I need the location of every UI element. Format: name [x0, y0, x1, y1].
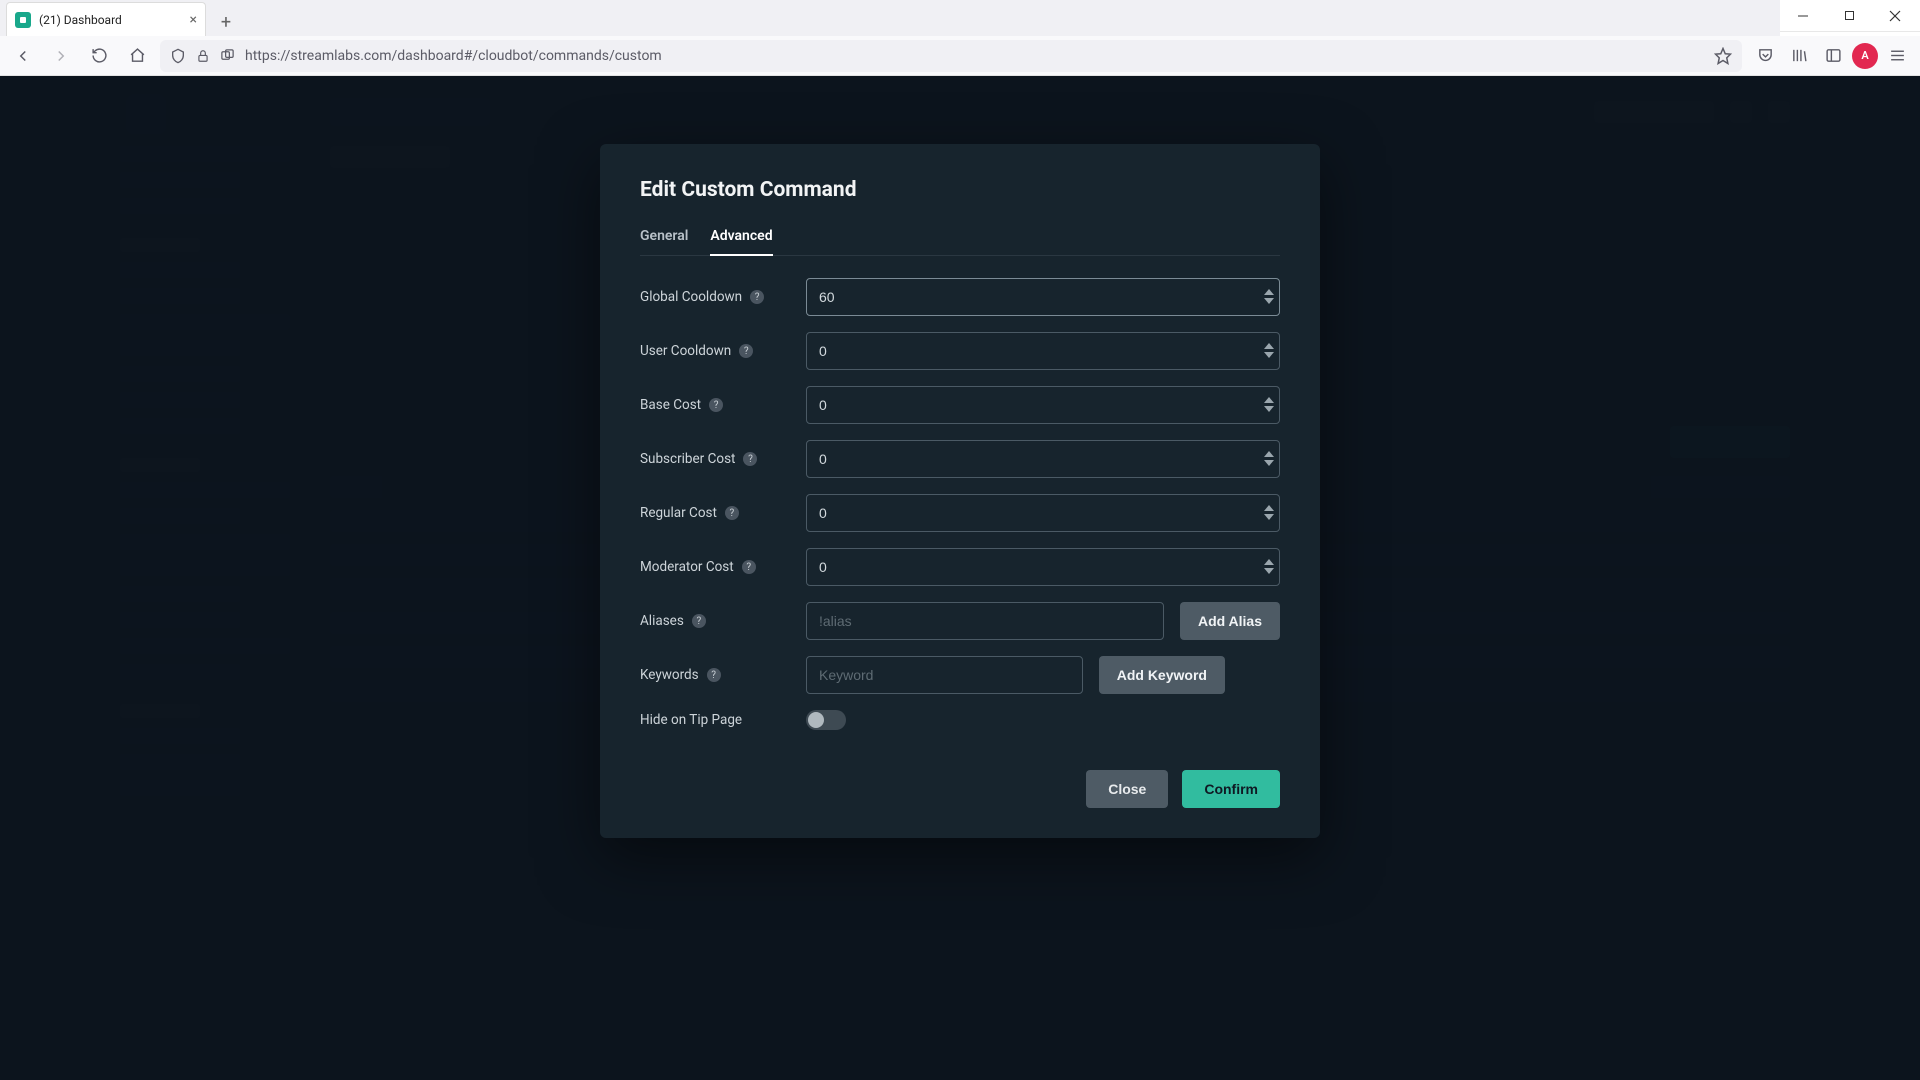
help-icon[interactable]: ?: [750, 290, 764, 304]
toggle-knob: [808, 712, 824, 728]
new-tab-button[interactable]: +: [212, 8, 240, 36]
input-global-cooldown[interactable]: [806, 278, 1280, 316]
modal-footer: Close Confirm: [600, 748, 1320, 838]
step-down-icon[interactable]: [1264, 568, 1274, 575]
row-keywords: Keywords ? Add Keyword: [640, 656, 1280, 694]
window-maximize-button[interactable]: [1826, 0, 1872, 32]
step-up-icon[interactable]: [1264, 451, 1274, 458]
stepper-base-cost[interactable]: [1264, 397, 1274, 413]
browser-toolbar: https://streamlabs.com/dashboard#/cloudb…: [0, 36, 1920, 76]
modal-title: Edit Custom Command: [640, 178, 1280, 202]
sidebar-icon[interactable]: [1818, 41, 1848, 71]
stepper-subscriber-cost[interactable]: [1264, 451, 1274, 467]
add-keyword-button[interactable]: Add Keyword: [1099, 656, 1225, 694]
step-up-icon[interactable]: [1264, 289, 1274, 296]
label-aliases: Aliases: [640, 613, 684, 629]
help-icon[interactable]: ?: [707, 668, 721, 682]
browser-tabstrip: (21) Dashboard × +: [0, 0, 1780, 36]
window-minimize-button[interactable]: [1780, 0, 1826, 32]
input-keywords[interactable]: [806, 656, 1083, 694]
pocket-icon[interactable]: [1750, 41, 1780, 71]
window-close-button[interactable]: [1872, 0, 1918, 32]
stepper-global-cooldown[interactable]: [1264, 289, 1274, 305]
label-keywords: Keywords: [640, 667, 699, 683]
label-user-cooldown: User Cooldown: [640, 343, 731, 359]
input-subscriber-cost[interactable]: [806, 440, 1280, 478]
input-base-cost[interactable]: [806, 386, 1280, 424]
stepper-user-cooldown[interactable]: [1264, 343, 1274, 359]
tab-title: (21) Dashboard: [39, 13, 122, 27]
input-user-cooldown[interactable]: [806, 332, 1280, 370]
row-moderator-cost: Moderator Cost ?: [640, 548, 1280, 586]
confirm-button[interactable]: Confirm: [1182, 770, 1280, 808]
bookmark-star-icon[interactable]: [1714, 47, 1732, 65]
add-alias-button[interactable]: Add Alias: [1180, 602, 1280, 640]
help-icon[interactable]: ?: [709, 398, 723, 412]
step-down-icon[interactable]: [1264, 460, 1274, 467]
step-down-icon[interactable]: [1264, 352, 1274, 359]
tab-close-button[interactable]: ×: [190, 13, 197, 27]
menu-button[interactable]: [1882, 41, 1912, 71]
stepper-regular-cost[interactable]: [1264, 505, 1274, 521]
label-hide-tip: Hide on Tip Page: [640, 712, 742, 728]
row-hide-tip: Hide on Tip Page: [640, 710, 1280, 730]
home-button[interactable]: [122, 41, 152, 71]
stepper-moderator-cost[interactable]: [1264, 559, 1274, 575]
browser-tab[interactable]: (21) Dashboard ×: [6, 2, 206, 36]
library-icon[interactable]: [1784, 41, 1814, 71]
site-favicon: [15, 12, 31, 28]
step-up-icon[interactable]: [1264, 343, 1274, 350]
label-regular-cost: Regular Cost: [640, 505, 717, 521]
help-icon[interactable]: ?: [692, 614, 706, 628]
modal-tabs: General Advanced: [640, 228, 1280, 256]
page-content: Edit Custom Command General Advanced Glo…: [0, 76, 1920, 1080]
input-moderator-cost[interactable]: [806, 548, 1280, 586]
step-up-icon[interactable]: [1264, 505, 1274, 512]
row-base-cost: Base Cost ?: [640, 386, 1280, 424]
step-up-icon[interactable]: [1264, 559, 1274, 566]
step-down-icon[interactable]: [1264, 406, 1274, 413]
url-bar[interactable]: https://streamlabs.com/dashboard#/cloudb…: [160, 40, 1742, 72]
step-up-icon[interactable]: [1264, 397, 1274, 404]
toggle-hide-tip[interactable]: [806, 710, 846, 730]
close-button[interactable]: Close: [1086, 770, 1168, 808]
row-subscriber-cost: Subscriber Cost ?: [640, 440, 1280, 478]
edit-command-modal: Edit Custom Command General Advanced Glo…: [600, 144, 1320, 838]
row-global-cooldown: Global Cooldown ?: [640, 278, 1280, 316]
input-aliases[interactable]: [806, 602, 1164, 640]
label-moderator-cost: Moderator Cost: [640, 559, 734, 575]
profile-avatar[interactable]: A: [1852, 43, 1878, 69]
row-aliases: Aliases ? Add Alias: [640, 602, 1280, 640]
back-button[interactable]: [8, 41, 38, 71]
tab-advanced[interactable]: Advanced: [710, 228, 772, 256]
modal-overlay[interactable]: Edit Custom Command General Advanced Glo…: [0, 76, 1920, 1080]
shield-icon: [170, 48, 186, 64]
forward-button[interactable]: [46, 41, 76, 71]
url-text: https://streamlabs.com/dashboard#/cloudb…: [245, 48, 662, 64]
label-base-cost: Base Cost: [640, 397, 701, 413]
label-global-cooldown: Global Cooldown: [640, 289, 742, 305]
input-regular-cost[interactable]: [806, 494, 1280, 532]
label-subscriber-cost: Subscriber Cost: [640, 451, 735, 467]
reload-button[interactable]: [84, 41, 114, 71]
step-down-icon[interactable]: [1264, 298, 1274, 305]
step-down-icon[interactable]: [1264, 514, 1274, 521]
permissions-icon: [220, 48, 235, 63]
help-icon[interactable]: ?: [743, 452, 757, 466]
help-icon[interactable]: ?: [725, 506, 739, 520]
help-icon[interactable]: ?: [739, 344, 753, 358]
lock-icon: [196, 49, 210, 63]
help-icon[interactable]: ?: [742, 560, 756, 574]
tab-general[interactable]: General: [640, 228, 688, 255]
row-user-cooldown: User Cooldown ?: [640, 332, 1280, 370]
row-regular-cost: Regular Cost ?: [640, 494, 1280, 532]
